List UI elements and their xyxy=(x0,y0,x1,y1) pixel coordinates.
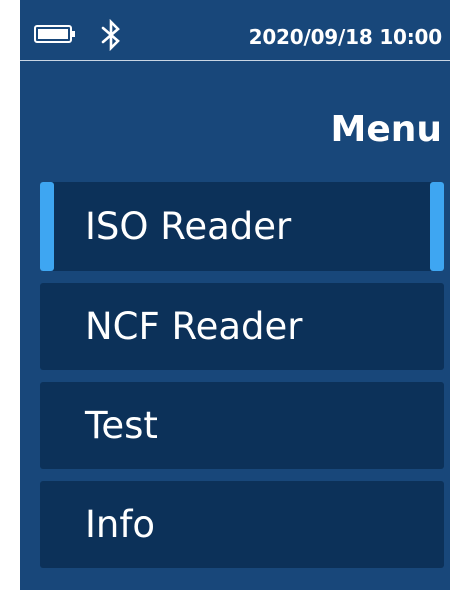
battery-full-icon xyxy=(34,25,75,43)
menu-item-ncf-reader[interactable]: NCF Reader xyxy=(40,283,444,370)
menu-item-label: Info xyxy=(85,503,156,546)
selection-indicator-right xyxy=(430,182,444,271)
menu-item-label: NCF Reader xyxy=(85,305,303,348)
page-title: Menu xyxy=(330,109,443,150)
status-bar: 2020/09/18 10:00 xyxy=(20,0,450,60)
menu-item-info[interactable]: Info xyxy=(40,481,444,568)
selection-indicator-left xyxy=(40,182,54,271)
menu-item-label: ISO Reader xyxy=(85,205,292,248)
datetime-display: 2020/09/18 10:00 xyxy=(248,25,443,49)
device-screen: 2020/09/18 10:00 Menu ISO Reader NCF Rea… xyxy=(20,0,450,590)
menu-item-test[interactable]: Test xyxy=(40,382,444,469)
menu-item-iso-reader[interactable]: ISO Reader xyxy=(40,182,444,271)
bluetooth-icon xyxy=(101,19,120,51)
menu-item-label: Test xyxy=(85,404,158,447)
status-divider xyxy=(20,60,450,61)
menu-list: ISO Reader NCF Reader Test Info xyxy=(40,182,444,580)
